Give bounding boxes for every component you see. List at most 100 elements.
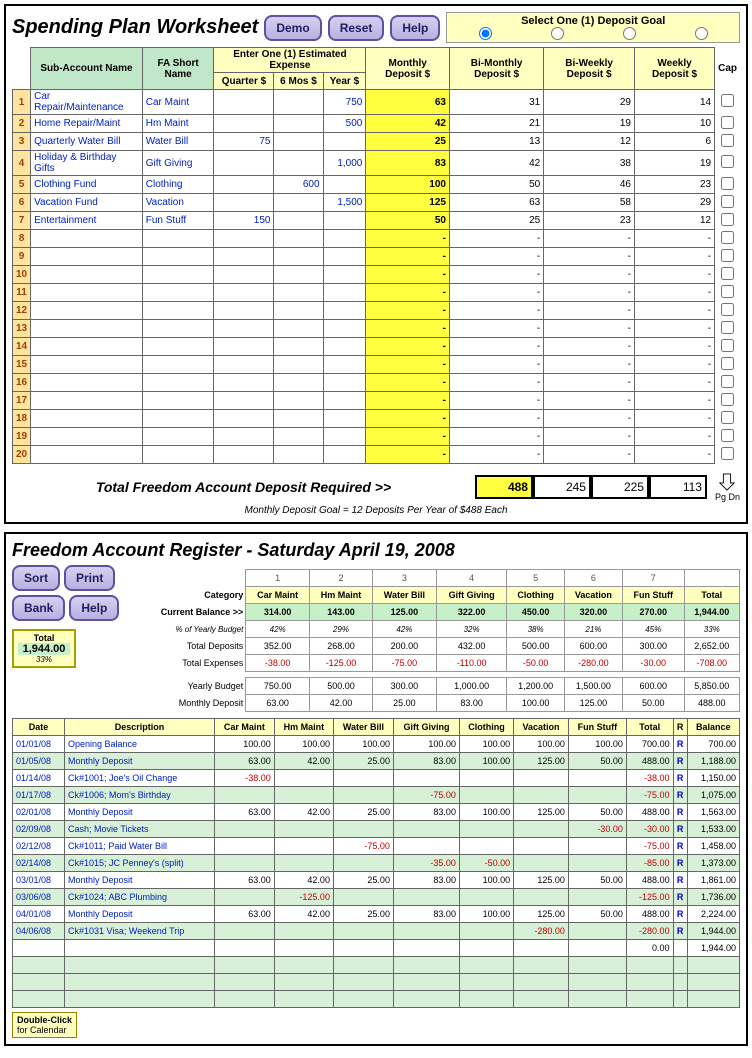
deposit-goal-monthly-radio[interactable] bbox=[479, 27, 492, 40]
fashort-cell[interactable] bbox=[142, 284, 214, 302]
reg-cell[interactable]: 2,224.00 bbox=[687, 906, 739, 923]
cap-checkbox[interactable] bbox=[721, 357, 734, 370]
fashort-cell[interactable] bbox=[142, 410, 214, 428]
reg-cell[interactable]: 1,075.00 bbox=[687, 787, 739, 804]
cap-checkbox-cell[interactable] bbox=[715, 338, 740, 356]
reg-cell[interactable]: 83.00 bbox=[393, 753, 459, 770]
cap-checkbox[interactable] bbox=[721, 213, 734, 226]
reg-cell[interactable]: 42.00 bbox=[274, 753, 333, 770]
reg-cell[interactable]: 100.00 bbox=[459, 736, 513, 753]
cap-checkbox-cell[interactable] bbox=[715, 392, 740, 410]
cap-checkbox-cell[interactable] bbox=[715, 194, 740, 212]
reg-cell[interactable]: 42.00 bbox=[274, 906, 333, 923]
reg-cell[interactable] bbox=[568, 940, 626, 957]
reg-cell[interactable]: 488.00 bbox=[626, 906, 673, 923]
reg-cell[interactable]: 1,944.00 bbox=[687, 923, 739, 940]
reg-date[interactable]: 02/01/08 bbox=[13, 804, 65, 821]
subaccount-cell[interactable]: Home Repair/Maint bbox=[31, 115, 143, 133]
reg-reconciled[interactable]: R bbox=[673, 770, 687, 787]
reg-cell[interactable]: 63.00 bbox=[215, 906, 275, 923]
reg-cell[interactable] bbox=[274, 821, 333, 838]
reg-cell[interactable] bbox=[393, 770, 459, 787]
reg-cell[interactable]: 50.00 bbox=[568, 872, 626, 889]
cap-checkbox[interactable] bbox=[721, 285, 734, 298]
fashort-cell[interactable] bbox=[142, 230, 214, 248]
reg-cell[interactable] bbox=[393, 923, 459, 940]
subaccount-cell[interactable]: Car Repair/Maintenance bbox=[31, 90, 143, 115]
year-cell[interactable] bbox=[323, 212, 366, 230]
pgdn-control[interactable]: Pg Dn bbox=[715, 472, 740, 502]
fashort-cell[interactable] bbox=[142, 392, 214, 410]
reg-cell[interactable]: 100.00 bbox=[514, 736, 569, 753]
reg-cell[interactable]: 100.00 bbox=[459, 906, 513, 923]
year-cell[interactable] bbox=[323, 356, 366, 374]
sixmos-cell[interactable] bbox=[274, 374, 323, 392]
sixmos-cell[interactable] bbox=[274, 446, 323, 464]
demo-button[interactable]: Demo bbox=[264, 15, 321, 41]
quarter-cell[interactable] bbox=[214, 356, 274, 374]
cap-checkbox[interactable] bbox=[721, 94, 734, 107]
register-row[interactable]: 02/01/08Monthly Deposit63.0042.0025.0083… bbox=[13, 804, 740, 821]
register-row[interactable]: 0.001,944.00 bbox=[13, 940, 740, 957]
reg-cell[interactable]: 1,188.00 bbox=[687, 753, 739, 770]
reg-date[interactable]: 02/14/08 bbox=[13, 855, 65, 872]
fashort-cell[interactable] bbox=[142, 428, 214, 446]
reg-cell[interactable]: 100.00 bbox=[333, 736, 393, 753]
quarter-cell[interactable] bbox=[214, 302, 274, 320]
register-row[interactable]: 02/12/08Ck#1011; Paid Water Bill-75.00-7… bbox=[13, 838, 740, 855]
reg-desc[interactable] bbox=[65, 940, 215, 957]
fashort-cell[interactable]: Clothing bbox=[142, 176, 214, 194]
reg-reconciled[interactable] bbox=[673, 940, 687, 957]
register-row[interactable]: 04/01/08Monthly Deposit63.0042.0025.0083… bbox=[13, 906, 740, 923]
sixmos-cell[interactable] bbox=[274, 428, 323, 446]
register-row[interactable]: 04/06/08Ck#1031 Visa; Weekend Trip-280.0… bbox=[13, 923, 740, 940]
reg-cell[interactable] bbox=[514, 940, 569, 957]
reg-cell[interactable] bbox=[333, 923, 393, 940]
reg-desc[interactable]: Ck#1011; Paid Water Bill bbox=[65, 838, 215, 855]
register-row[interactable] bbox=[13, 991, 740, 1008]
sixmos-cell[interactable] bbox=[274, 284, 323, 302]
reg-cell[interactable] bbox=[568, 770, 626, 787]
fashort-cell[interactable] bbox=[142, 266, 214, 284]
year-cell[interactable]: 1,000 bbox=[323, 151, 366, 176]
cap-checkbox-cell[interactable] bbox=[715, 302, 740, 320]
sixmos-cell[interactable] bbox=[274, 230, 323, 248]
reg-cell[interactable]: -75.00 bbox=[393, 787, 459, 804]
reg-desc[interactable]: Opening Balance bbox=[65, 736, 215, 753]
cap-checkbox[interactable] bbox=[721, 249, 734, 262]
reg-date[interactable]: 01/01/08 bbox=[13, 736, 65, 753]
subaccount-cell[interactable]: Holiday & Birthday Gifts bbox=[31, 151, 143, 176]
cap-checkbox[interactable] bbox=[721, 339, 734, 352]
reg-cell[interactable]: -125.00 bbox=[274, 889, 333, 906]
fashort-cell[interactable] bbox=[142, 356, 214, 374]
subaccount-cell[interactable] bbox=[31, 284, 143, 302]
year-cell[interactable] bbox=[323, 338, 366, 356]
sixmos-cell[interactable] bbox=[274, 320, 323, 338]
quarter-cell[interactable] bbox=[214, 410, 274, 428]
reg-cell[interactable]: 25.00 bbox=[333, 753, 393, 770]
reg-cell[interactable]: -75.00 bbox=[333, 838, 393, 855]
reset-button[interactable]: Reset bbox=[328, 15, 385, 41]
reg-cell[interactable] bbox=[215, 821, 275, 838]
register-row[interactable]: 03/01/08Monthly Deposit63.0042.0025.0083… bbox=[13, 872, 740, 889]
reg-cell[interactable]: -75.00 bbox=[626, 787, 673, 804]
reg-cell[interactable]: 1,736.00 bbox=[687, 889, 739, 906]
year-cell[interactable] bbox=[323, 176, 366, 194]
quarter-cell[interactable] bbox=[214, 115, 274, 133]
quarter-cell[interactable] bbox=[214, 320, 274, 338]
register-row[interactable]: 02/14/08Ck#1015; JC Penney's (split)-35.… bbox=[13, 855, 740, 872]
register-row[interactable] bbox=[13, 974, 740, 991]
reg-cell[interactable]: 42.00 bbox=[274, 804, 333, 821]
reg-cell[interactable] bbox=[333, 770, 393, 787]
reg-cell[interactable] bbox=[514, 821, 569, 838]
reg-cell[interactable] bbox=[215, 889, 275, 906]
reg-cell[interactable] bbox=[333, 821, 393, 838]
reg-cell[interactable] bbox=[459, 889, 513, 906]
reg-cell[interactable]: 100.00 bbox=[459, 753, 513, 770]
subaccount-cell[interactable] bbox=[31, 356, 143, 374]
year-cell[interactable]: 1,500 bbox=[323, 194, 366, 212]
sixmos-cell[interactable] bbox=[274, 302, 323, 320]
reg-cell[interactable]: -85.00 bbox=[626, 855, 673, 872]
reg-cell[interactable] bbox=[514, 855, 569, 872]
register-row[interactable]: 01/14/08Ck#1001; Joe's Oil Change-38.00-… bbox=[13, 770, 740, 787]
